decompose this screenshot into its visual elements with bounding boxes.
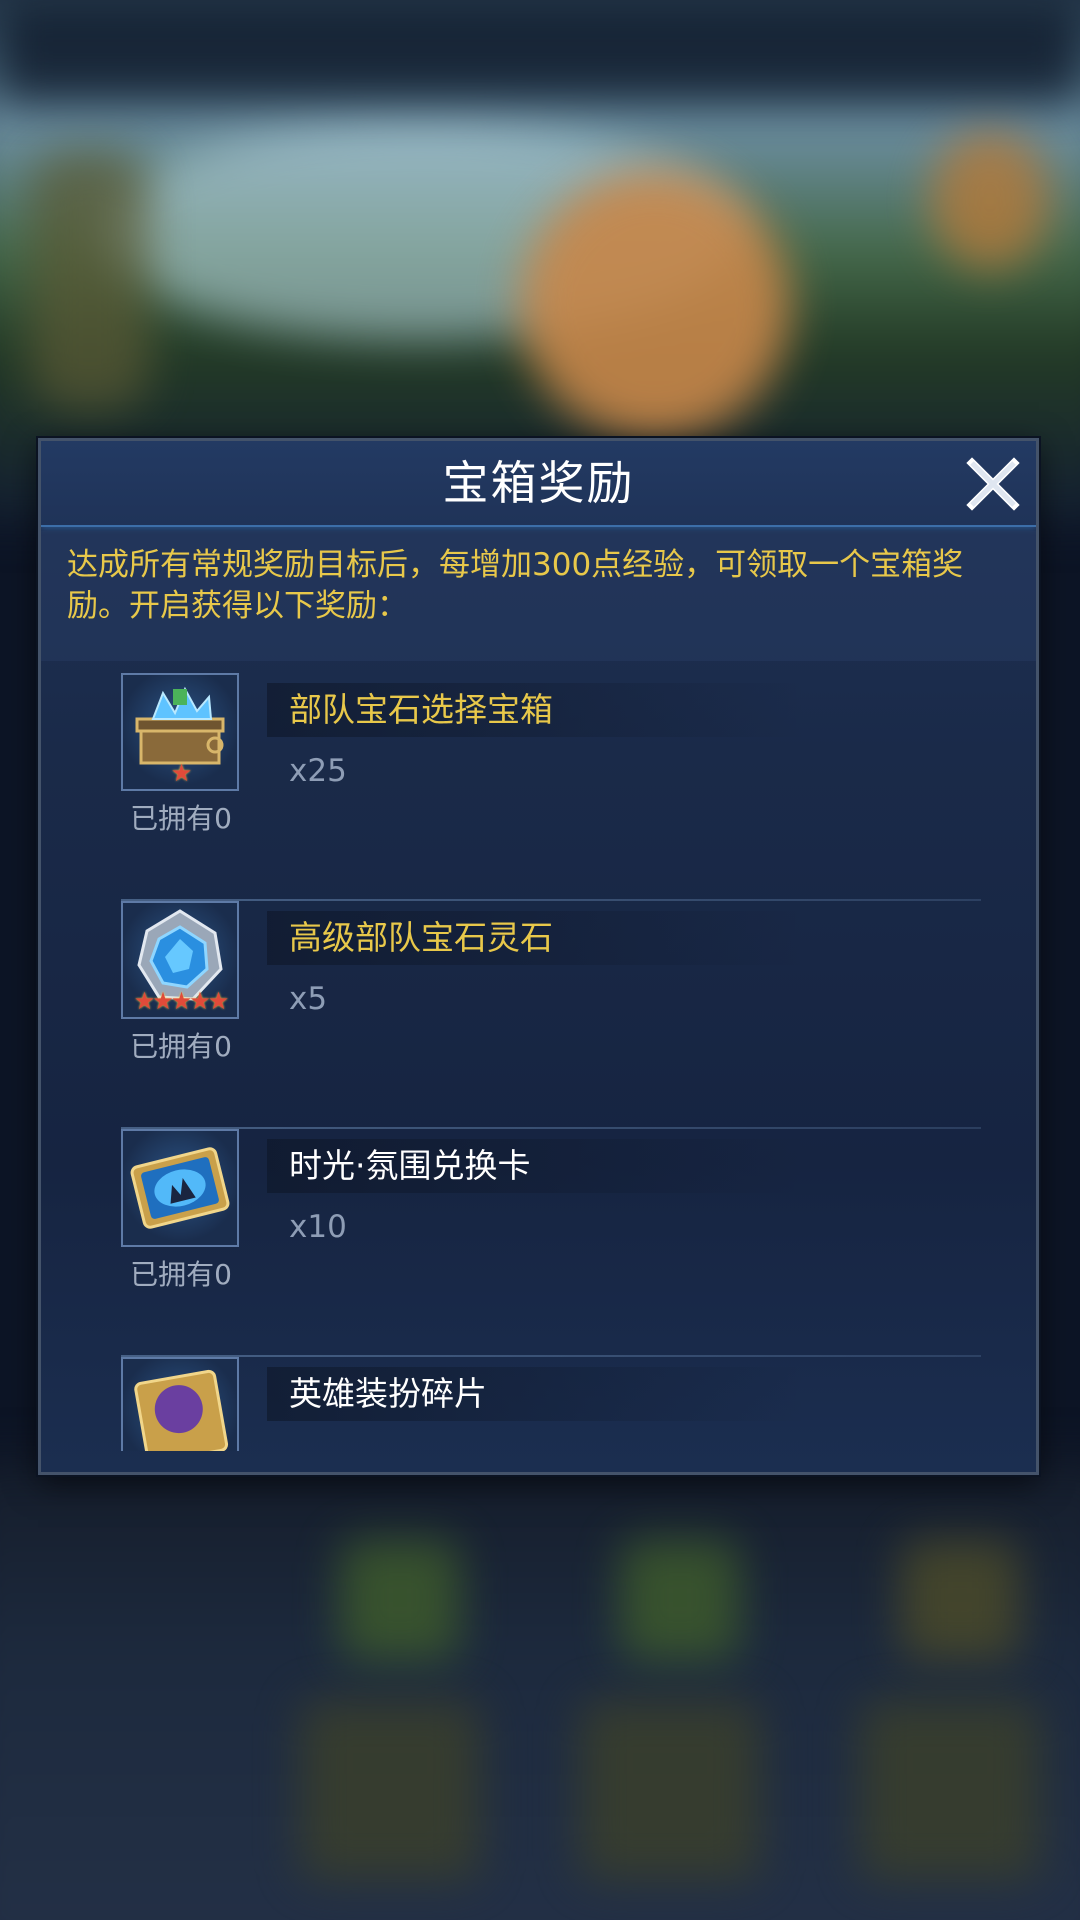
- close-icon: [966, 457, 1020, 511]
- exchange-card-icon: [121, 1129, 239, 1247]
- reward-name: 部队宝石选择宝箱: [289, 690, 553, 729]
- reward-quantity: x25: [289, 753, 347, 789]
- reward-name-bar: 高级部队宝石灵石: [267, 911, 807, 965]
- star-rating: ★: [170, 759, 193, 787]
- reward-name-bar: 英雄装扮碎片: [267, 1367, 807, 1421]
- spirit-stone-icon: ★★★★★: [121, 901, 239, 1019]
- reward-name: 时光·氛围兑换卡: [289, 1146, 531, 1185]
- dialog-title: 宝箱奖励: [442, 456, 635, 510]
- reward-name-bar: 部队宝石选择宝箱: [267, 683, 807, 737]
- reward-quantity: x5: [289, 981, 328, 1017]
- treasure-chest-icon: ★: [121, 673, 239, 791]
- owned-count: 已拥有0: [130, 1030, 232, 1063]
- list-item[interactable]: 英雄装扮碎片: [121, 1357, 991, 1451]
- reward-name: 高级部队宝石灵石: [289, 918, 553, 957]
- list-item[interactable]: ★★★★★ 已拥有0 高级部队宝石灵石 x5: [121, 901, 991, 1129]
- intro-panel: 达成所有常规奖励目标后，每增加300点经验，可领取一个宝箱奖励。开启获得以下奖励…: [41, 531, 1036, 661]
- reward-list[interactable]: ★ 已拥有0 部队宝石选择宝箱 x25 ★★★★★ 已拥有0 高级部队宝石灵石: [41, 673, 1036, 1451]
- list-item[interactable]: ★ 已拥有0 部队宝石选择宝箱 x25: [121, 673, 991, 901]
- reward-dialog: 宝箱奖励 达成所有常规奖励目标后，每增加300点经验，可领取一个宝箱奖励。开启获…: [38, 438, 1039, 1475]
- owned-count: 已拥有0: [130, 802, 232, 835]
- owned-count: 已拥有0: [130, 1258, 232, 1291]
- intro-text: 达成所有常规奖励目标后，每增加300点经验，可领取一个宝箱奖励。开启获得以下奖励…: [67, 547, 964, 624]
- star-rating: ★★★★★: [133, 987, 230, 1015]
- reward-quantity: x10: [289, 1209, 347, 1245]
- costume-fragment-icon: [121, 1357, 239, 1451]
- reward-name: 英雄装扮碎片: [289, 1374, 487, 1413]
- close-button[interactable]: [964, 455, 1022, 513]
- list-item[interactable]: 已拥有0 时光·氛围兑换卡 x10: [121, 1129, 991, 1357]
- reward-name-bar: 时光·氛围兑换卡: [267, 1139, 807, 1193]
- dialog-header: 宝箱奖励: [41, 441, 1036, 527]
